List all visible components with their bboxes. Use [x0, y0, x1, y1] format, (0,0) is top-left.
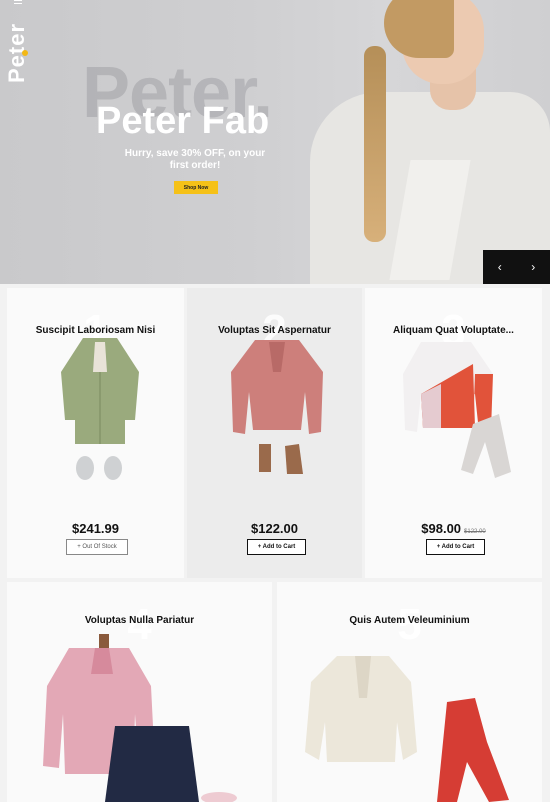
product-price: $122.00: [251, 521, 298, 536]
chevron-left-icon[interactable]: ‹: [483, 250, 517, 284]
current-price: $98.00: [421, 521, 462, 536]
product-grid: 1 Suscipit Laboriosam Nisi $241.99 + Out…: [0, 284, 550, 802]
hero-model-image: [290, 0, 550, 284]
brand-logo[interactable]: Peter: [4, 10, 29, 95]
out-of-stock-button[interactable]: + Out Of Stock: [66, 539, 128, 555]
product-name[interactable]: Voluptas Nulla Pariatur: [7, 615, 272, 626]
logo-dot-icon: [22, 50, 28, 56]
add-to-cart-button[interactable]: + Add to Cart: [247, 539, 306, 555]
hero-subtitle: Hurry, save 30% OFF, on your first order…: [124, 148, 266, 171]
product-image[interactable]: [55, 332, 145, 482]
product-card-4[interactable]: 4 Voluptas Nulla Pariatur: [7, 582, 272, 802]
product-image[interactable]: [225, 332, 329, 482]
hero-banner: Peter Peter. Peter Fab Hurry, save 30% O…: [0, 0, 550, 284]
product-card-5[interactable]: 5 Quis Autem Veleuminium: [277, 582, 542, 802]
product-image[interactable]: [39, 634, 239, 802]
old-price: $122.00: [464, 529, 486, 535]
slider-arrows: ‹ ›: [483, 250, 550, 284]
shop-now-button[interactable]: Shop Now: [174, 181, 218, 194]
add-to-cart-button[interactable]: + Add to Cart: [426, 539, 485, 555]
chevron-right-icon[interactable]: ›: [517, 250, 550, 284]
product-image[interactable]: [297, 652, 527, 802]
menu-icon[interactable]: [14, 0, 22, 4]
product-image[interactable]: [401, 334, 513, 480]
hero-title: Peter Fab: [96, 100, 270, 142]
product-card-2[interactable]: 2 Voluptas Sit Aspernatur $122.00 + Add …: [187, 288, 362, 578]
product-price: $241.99: [72, 521, 119, 536]
product-name[interactable]: Quis Autem Veleuminium: [277, 615, 542, 626]
product-card-3[interactable]: 3 Aliquam Quat Voluptate... $98.00 $122.0…: [365, 288, 542, 578]
product-price: $98.00 $122.00: [365, 521, 542, 536]
product-card-1[interactable]: 1 Suscipit Laboriosam Nisi $241.99 + Out…: [7, 288, 184, 578]
